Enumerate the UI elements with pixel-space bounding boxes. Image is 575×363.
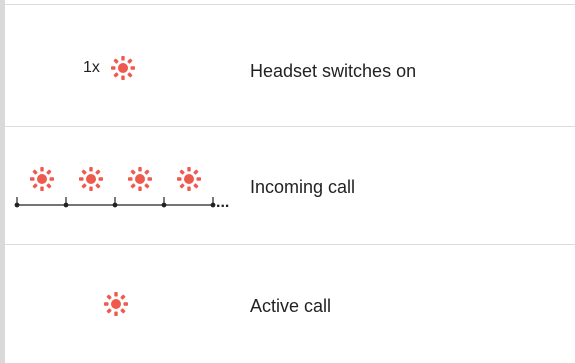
flash-timeline-diagram: ...: [14, 167, 229, 211]
table-row-switch-on: 1x Headset switches on: [5, 5, 575, 126]
table-row-active-call: Active call: [5, 245, 575, 363]
flash-led-icon: [79, 167, 103, 191]
table-row-incoming-call: ... Incoming call: [5, 127, 575, 244]
row-description: Incoming call: [250, 177, 356, 197]
flash-count-label: 1x: [83, 59, 100, 76]
led-indicator-table: 1x Headset switches on ... Incoming call…: [5, 0, 575, 363]
flash-led-icon: [177, 167, 201, 191]
flash-led-icon: [104, 292, 128, 316]
flash-led-icon: [30, 167, 54, 191]
flash-led-icon: [111, 56, 135, 80]
timeline-continuation: ...: [216, 194, 229, 211]
flash-led-icon: [128, 167, 152, 191]
row-description: Headset switches on: [250, 61, 417, 81]
row-description: Active call: [250, 296, 332, 316]
